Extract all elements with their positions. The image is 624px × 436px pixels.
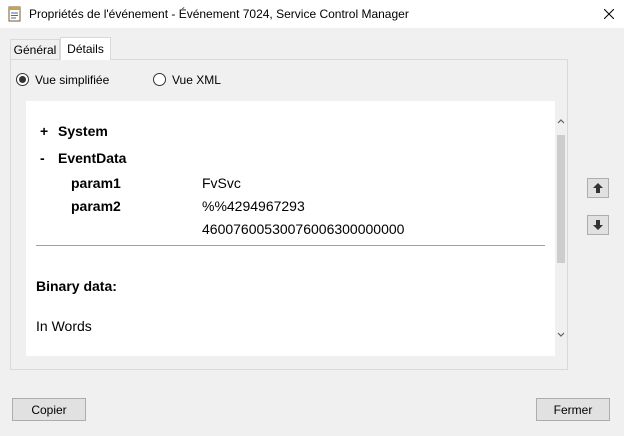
eventdata-node[interactable]: EventData <box>58 150 126 166</box>
next-event-button[interactable] <box>587 215 609 235</box>
window-title: Propriétés de l'événement - Événement 70… <box>29 7 409 21</box>
param2-name: param2 <box>71 198 121 214</box>
param1-value: FvSvc <box>202 175 241 191</box>
param1-name: param1 <box>71 175 121 191</box>
system-toggle[interactable]: + <box>40 123 48 139</box>
vertical-scrollbar[interactable] <box>555 101 567 356</box>
event-properties-icon <box>8 6 22 22</box>
copy-button[interactable]: Copier <box>12 398 86 421</box>
radio-xml-view[interactable] <box>153 73 166 86</box>
arrow-up-icon <box>593 183 603 193</box>
close-window-button[interactable] <box>594 0 624 28</box>
details-content: + System - EventData param1 FvSvc param2… <box>26 101 555 356</box>
scroll-up-arrow-icon[interactable] <box>556 115 566 127</box>
radio-simplified-view[interactable] <box>16 73 29 86</box>
param2-value: %%4294967293 <box>202 198 305 214</box>
radio-simplified-label[interactable]: Vue simplifiée <box>35 73 109 87</box>
tab-general[interactable]: Général <box>10 39 60 59</box>
scroll-down-arrow-icon[interactable] <box>556 329 566 341</box>
radio-xml-label[interactable]: Vue XML <box>172 73 221 87</box>
binary-format: In Words <box>36 318 92 334</box>
eventdata-toggle[interactable]: - <box>40 150 45 166</box>
separator <box>36 245 545 246</box>
close-button[interactable]: Fermer <box>536 398 610 421</box>
title-bar: Propriétés de l'événement - Événement 70… <box>0 0 624 28</box>
radio-selected-dot <box>19 76 26 83</box>
close-icon <box>604 9 614 19</box>
system-node[interactable]: System <box>58 123 108 139</box>
arrow-down-icon <box>593 220 603 230</box>
previous-event-button[interactable] <box>587 178 609 198</box>
binary-data-heading: Binary data: <box>36 278 117 294</box>
tab-details[interactable]: Détails <box>60 37 111 60</box>
param2-extra-value: 46007600530076006300000000 <box>202 221 405 237</box>
scroll-thumb[interactable] <box>557 135 565 263</box>
